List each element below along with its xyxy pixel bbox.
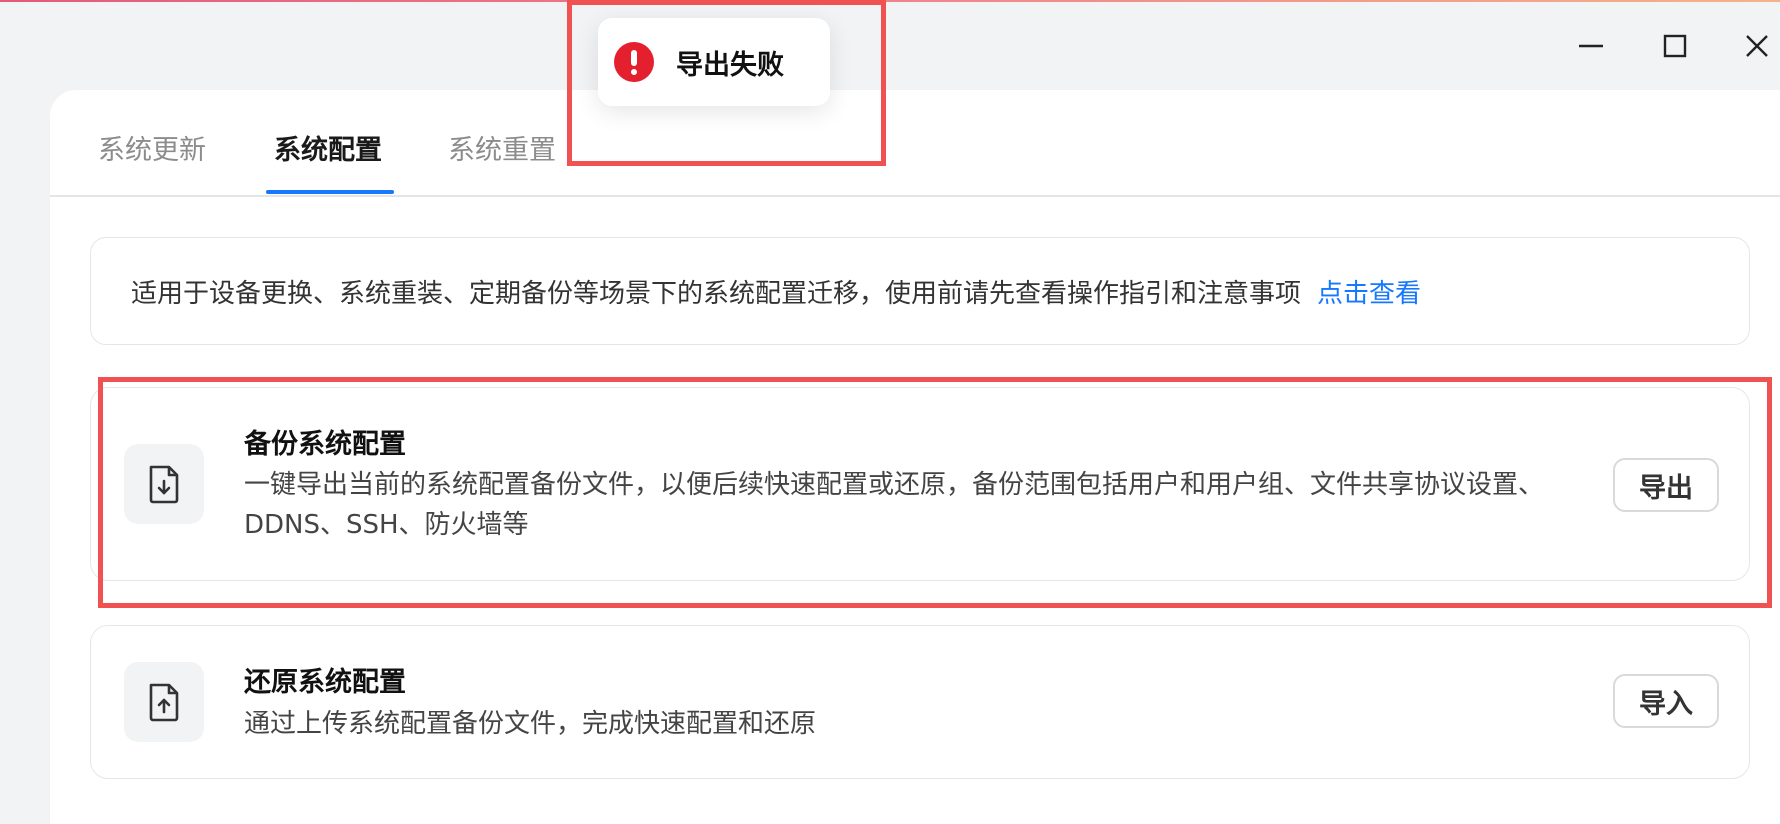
import-button[interactable]: 导入 (1613, 674, 1719, 728)
restore-config-card: 还原系统配置 通过上传系统配置备份文件，完成快速配置和还原 导入 (90, 625, 1750, 779)
close-icon (1746, 35, 1768, 57)
view-guide-link[interactable]: 点击查看 (1317, 273, 1421, 310)
window-top-accent (0, 0, 1780, 2)
tab-system-config[interactable]: 系统配置 (274, 128, 382, 167)
minimize-icon (1579, 44, 1603, 48)
export-button[interactable]: 导出 (1613, 458, 1719, 512)
close-button[interactable] (1734, 28, 1780, 64)
maximize-icon (1663, 34, 1687, 58)
tab-system-update[interactable]: 系统更新 (98, 128, 206, 167)
notice-text: 适用于设备更换、系统重装、定期备份等场景下的系统配置迁移，使用前请先查看操作指引… (131, 278, 1302, 309)
error-icon (614, 42, 654, 82)
toast-message: 导出失败 (676, 49, 784, 81)
error-toast: 导出失败 (598, 18, 830, 106)
restore-title: 还原系统配置 (244, 667, 406, 698)
backup-description: 一键导出当前的系统配置备份文件，以便后续快速配置或还原，备份范围包括用户和用户组… (244, 470, 1545, 540)
file-download-icon (124, 444, 204, 524)
tab-system-reset[interactable]: 系统重置 (448, 128, 556, 167)
settings-panel: 系统更新 系统配置 系统重置 适用于设备更换、系统重装、定期备份等场景下的系统配… (50, 90, 1780, 824)
maximize-button[interactable] (1652, 28, 1698, 64)
restore-description: 通过上传系统配置备份文件，完成快速配置和还原 (244, 709, 817, 739)
active-tab-indicator (266, 190, 394, 194)
minimize-button[interactable] (1568, 28, 1614, 64)
tab-bar: 系统更新 系统配置 系统重置 (50, 90, 1780, 197)
backup-title: 备份系统配置 (244, 429, 406, 460)
backup-config-card: 备份系统配置 一键导出当前的系统配置备份文件，以便后续快速配置或还原，备份范围包… (90, 387, 1750, 581)
info-notice: 适用于设备更换、系统重装、定期备份等场景下的系统配置迁移，使用前请先查看操作指引… (90, 237, 1750, 345)
file-upload-icon (124, 662, 204, 742)
